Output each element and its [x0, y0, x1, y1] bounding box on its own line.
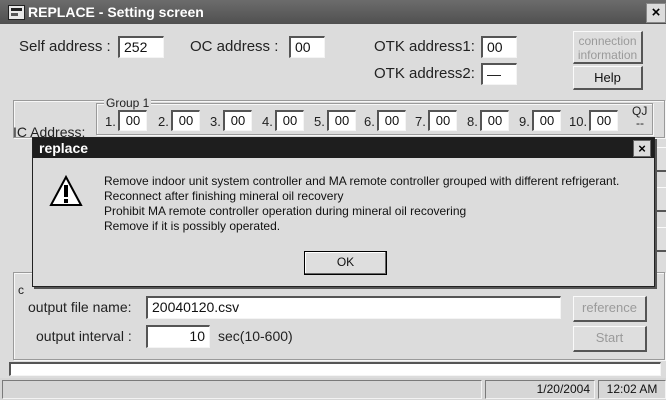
dialog-message-line: Remove if it is possibly operated.	[104, 219, 281, 233]
ic-slot-field[interactable]: 00	[327, 110, 356, 131]
otk-address1-field[interactable]: 00	[481, 36, 517, 58]
otk-address2-label: OTK address2:	[374, 65, 475, 82]
output-interval-label: output interval :	[36, 328, 132, 344]
start-button[interactable]: Start	[573, 326, 647, 352]
otk-address1-label: OTK address1:	[374, 38, 475, 55]
warning-icon	[49, 175, 83, 206]
ic-slot-number: 10.	[569, 114, 588, 129]
ic-slot-field[interactable]: 00	[428, 110, 457, 131]
status-main-panel	[2, 380, 482, 399]
window-title: REPLACE - Setting screen	[28, 4, 204, 20]
ic-slot-field[interactable]: 00	[118, 110, 147, 131]
app-icon	[8, 5, 25, 20]
output-interval-field[interactable]: 10	[146, 325, 210, 348]
oc-address-label: OC address :	[190, 38, 279, 55]
connection-label-line2: information	[577, 48, 638, 62]
reference-button[interactable]: reference	[573, 296, 647, 322]
ic-slot-number: 1.	[105, 114, 116, 129]
ic-slot-field[interactable]: 00	[589, 110, 618, 131]
ic-slot-number: 8.	[467, 114, 478, 129]
ic-slot-field[interactable]: 00	[532, 110, 561, 131]
ic-slot-field[interactable]: 00	[223, 110, 252, 131]
dialog-ok-button[interactable]: OK	[304, 251, 387, 275]
ic-slot-field[interactable]: 00	[171, 110, 200, 131]
dialog-title-bar: replace ×	[33, 138, 654, 158]
side-button-2[interactable]	[655, 187, 666, 212]
ic-slot-number: 9.	[519, 114, 530, 129]
replace-setting-window: REPLACE - Setting screen × Self address …	[0, 0, 666, 400]
help-button[interactable]: Help	[573, 66, 643, 90]
output-group-label-partial: c	[18, 283, 24, 297]
status-bar: 1/20/2004 12:02 AM	[0, 378, 666, 400]
progress-bar	[9, 362, 661, 376]
output-file-name-field[interactable]: 20040120.csv	[146, 296, 561, 319]
status-time: 12:02 AM	[598, 380, 666, 399]
dialog-title: replace	[39, 140, 89, 156]
group1-label: Group 1	[104, 96, 152, 110]
oc-address-field[interactable]: 00	[289, 36, 325, 58]
ic-slot-number: 3.	[210, 114, 221, 129]
replace-warning-dialog: replace × Remove indoor unit system cont…	[32, 137, 655, 287]
dialog-message-line: Prohibit MA remote controller operation …	[104, 204, 467, 218]
ic-slot-number: 5.	[314, 114, 325, 129]
side-button-3[interactable]	[655, 227, 666, 252]
dialog-close-button[interactable]: ×	[633, 140, 651, 157]
output-file-name-label: output file name:	[28, 299, 132, 315]
title-bar: REPLACE - Setting screen ×	[0, 0, 666, 24]
dialog-message-line: Reconnect after finishing mineral oil re…	[104, 189, 344, 203]
ic-slot-number: 6.	[364, 114, 375, 129]
ic-slot-number: 4.	[262, 114, 273, 129]
dialog-message-line: Remove indoor unit system controller and…	[104, 174, 620, 188]
ic-slot-field[interactable]: 00	[480, 110, 509, 131]
self-address-label: Self address :	[19, 38, 111, 55]
connection-label-line1: connection	[578, 34, 637, 48]
output-interval-unit: sec(10-600)	[218, 328, 293, 344]
connection-information-button[interactable]: connection information	[573, 31, 643, 64]
ic-slot-field[interactable]: 00	[275, 110, 304, 131]
side-button-1[interactable]	[655, 147, 666, 172]
otk-address2-field[interactable]: —	[481, 63, 517, 85]
ic-slot-number: 7.	[415, 114, 426, 129]
ic-slot-number: 2.	[158, 114, 169, 129]
ic-right-hint-2: --	[636, 116, 644, 130]
ic-slot-field[interactable]: 00	[377, 110, 406, 131]
status-date: 1/20/2004	[485, 380, 595, 399]
window-close-button[interactable]: ×	[646, 3, 666, 23]
self-address-field[interactable]: 252	[118, 36, 164, 58]
